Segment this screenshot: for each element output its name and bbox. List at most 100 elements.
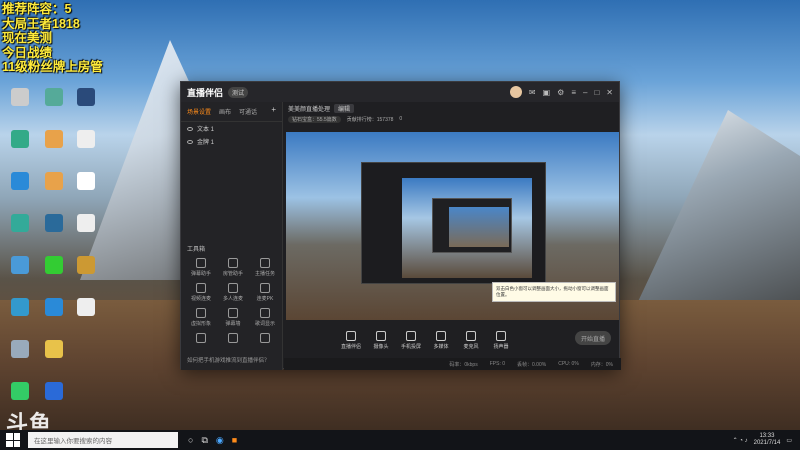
- status-item: 丢帧：0.00%: [517, 361, 547, 368]
- desktop-icon[interactable]: [4, 130, 36, 148]
- tool-item[interactable]: [249, 333, 281, 345]
- desktop-icon[interactable]: [70, 130, 102, 148]
- status-item: FPS: 0: [489, 361, 506, 367]
- tool-icon: [228, 258, 238, 268]
- stats-bar: 钻石宝盒：55.5篇数 贡献排行榜：157378 0: [284, 114, 621, 124]
- tool-item[interactable]: 弹幕助手: [185, 258, 217, 277]
- nested-window-preview: [361, 162, 546, 284]
- speaker-icon: [496, 330, 506, 341]
- tool-label: 歌词显示: [254, 321, 275, 327]
- menu-icon[interactable]: ≡: [571, 88, 576, 97]
- desktop-icon[interactable]: [38, 88, 70, 106]
- tool-label: 主播任务: [254, 271, 275, 277]
- live-app-icon[interactable]: ■: [232, 435, 237, 446]
- tool-label: 房管助手: [222, 271, 243, 277]
- desktop-icon[interactable]: [38, 172, 70, 190]
- gift-icon[interactable]: ▣: [543, 88, 551, 97]
- mail-icon[interactable]: ✉: [529, 88, 536, 97]
- source-speaker[interactable]: 扬声器: [489, 330, 513, 350]
- eye-icon[interactable]: [187, 139, 193, 144]
- stat-rank: 贡献排行榜：157378: [346, 116, 394, 123]
- tab-canvas[interactable]: 画布: [219, 107, 231, 116]
- desktop-icon[interactable]: [4, 298, 36, 316]
- tool-item[interactable]: 连麦PK: [249, 283, 281, 302]
- overlay-line: 现在美测: [2, 31, 53, 45]
- start-live-button[interactable]: 开始直播: [575, 331, 611, 345]
- desktop-icon[interactable]: [38, 130, 70, 148]
- desktop-icon[interactable]: [38, 214, 70, 232]
- desktop-icon[interactable]: [70, 88, 102, 106]
- avatar[interactable]: [509, 86, 522, 98]
- clock-time: 13:33: [759, 433, 775, 439]
- desktop-icon[interactable]: [4, 88, 36, 106]
- left-panel: 场景设置 画布 可通话 + 文本 1 金牌 1 工具箱 弹幕助手 房管助手 主播…: [181, 102, 283, 370]
- tool-label: 连麦PK: [256, 296, 274, 302]
- phone-icon: [406, 330, 416, 341]
- status-bar: 码率：0kbps FPS: 0 丢帧：0.00% CPU: 0% 内存：0%: [284, 358, 621, 370]
- desktop-icon[interactable]: [38, 340, 70, 358]
- source-mic[interactable]: 麦克风: [459, 330, 483, 350]
- tool-item[interactable]: 主播任务: [249, 258, 281, 277]
- maximize-icon[interactable]: □: [594, 88, 599, 97]
- stat-count: 0: [399, 116, 403, 122]
- close-icon[interactable]: ✕: [606, 88, 613, 97]
- browser-icon[interactable]: ◉: [216, 435, 224, 446]
- source-phone[interactable]: 手机投屏: [399, 330, 423, 350]
- tool-item[interactable]: [217, 333, 249, 345]
- stat-pill: 钻石宝盒：55.5篇数: [288, 115, 341, 123]
- minimize-icon[interactable]: –: [583, 88, 587, 97]
- desktop-icon[interactable]: [4, 172, 36, 190]
- help-tip-link[interactable]: 如何把手机游戏推流到直播伴侣？: [187, 356, 270, 364]
- tab-call[interactable]: 可通话: [239, 107, 257, 116]
- desktop-icon[interactable]: [70, 172, 102, 190]
- tool-item[interactable]: 弹幕墙: [217, 308, 249, 327]
- taskbar-search[interactable]: 在这里输入你要搜索的内容: [28, 432, 178, 448]
- start-button[interactable]: [6, 433, 20, 447]
- tool-item[interactable]: 虚拟形象: [185, 308, 217, 327]
- desktop-icon[interactable]: [70, 298, 102, 316]
- desktop-icon[interactable]: [4, 214, 36, 232]
- tool-item[interactable]: 多人连麦: [217, 283, 249, 302]
- tool-icon: [260, 333, 270, 343]
- tab-scene[interactable]: 场景设置: [187, 107, 211, 116]
- notification-icon[interactable]: ▭: [786, 437, 792, 444]
- eye-icon[interactable]: [187, 126, 193, 131]
- tray-icons[interactable]: ⌃ ◔ ♪: [733, 437, 748, 444]
- source-toolbar: 直播伴侣 摄像头 手机投屏 多媒体 麦克风 扬声器 开始直播: [284, 326, 621, 354]
- desktop-icon[interactable]: [70, 214, 102, 232]
- settings-icon[interactable]: ⚙: [557, 88, 564, 97]
- desktop-icon[interactable]: [38, 298, 70, 316]
- tool-item[interactable]: [185, 333, 217, 345]
- scene-item[interactable]: 文本 1: [181, 122, 282, 135]
- tab-preview[interactable]: 美美颜直播处理: [288, 104, 330, 113]
- desktop-icon[interactable]: [38, 256, 70, 274]
- overlay-line: 推荐阵容：5: [2, 2, 72, 16]
- system-tray: ⌃ ◔ ♪ 13:33 2021/7/14 ▭: [733, 433, 800, 447]
- desktop-icon[interactable]: [38, 382, 70, 400]
- desktop-icon[interactable]: [70, 256, 102, 274]
- multitask-icon[interactable]: ⧉: [201, 435, 207, 446]
- tool-label: 虚拟形象: [190, 321, 211, 327]
- tab-edit[interactable]: 编辑: [334, 103, 355, 113]
- stream-overlay-text: 推荐阵容：5 大局王者1818 现在美测 今日战绩 11级粉丝牌上房管: [2, 2, 103, 75]
- tool-icon: [196, 308, 206, 318]
- scene-item[interactable]: 金牌 1: [181, 135, 282, 148]
- camera-icon: [376, 330, 386, 341]
- tool-item[interactable]: 房管助手: [217, 258, 249, 277]
- taskbar-apps: ○ ⧉ ◉ ■: [188, 435, 237, 446]
- stream-preview[interactable]: 双击白色小窗可以调整画面大小，拖动小窗可以调整画面位置。: [286, 132, 619, 320]
- task-view-icon[interactable]: ○: [188, 435, 193, 446]
- add-scene-icon[interactable]: +: [271, 106, 276, 116]
- desktop-icon[interactable]: [4, 256, 36, 274]
- tool-item[interactable]: 歌词显示: [249, 308, 281, 327]
- scene-label: 文本 1: [197, 127, 215, 133]
- desktop-icon[interactable]: [4, 340, 36, 358]
- source-stream[interactable]: 直播伴侣: [339, 330, 363, 350]
- desktop-icon[interactable]: [4, 382, 36, 400]
- clock[interactable]: 13:33 2021/7/14: [754, 433, 781, 447]
- source-media[interactable]: 多媒体: [429, 330, 453, 350]
- source-camera[interactable]: 摄像头: [369, 330, 393, 350]
- tool-item[interactable]: 视频连麦: [185, 283, 217, 302]
- source-label: 手机投屏: [400, 343, 421, 350]
- status-item: 码率：0kbps: [449, 361, 478, 368]
